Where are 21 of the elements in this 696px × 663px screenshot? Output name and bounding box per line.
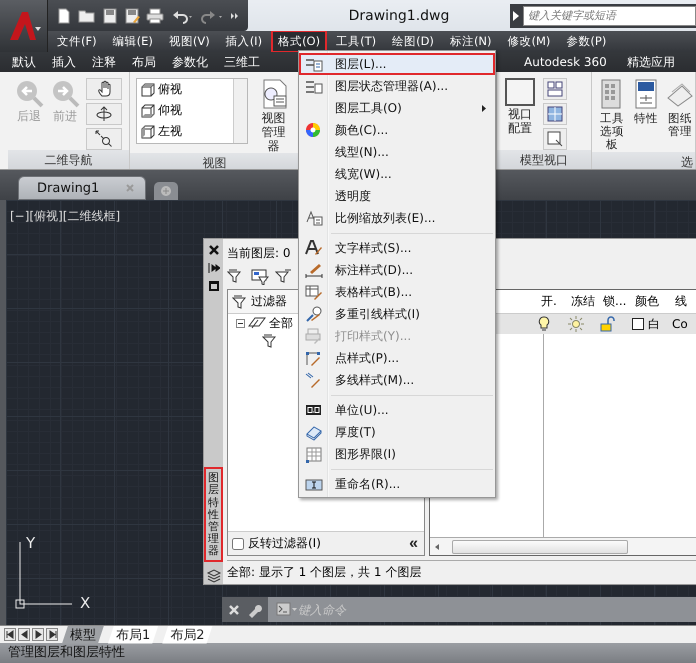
column-header: 颜色 (634, 293, 660, 310)
column-header: 过滤器 (251, 293, 287, 310)
table-cell: 白 (648, 316, 660, 332)
tab-title: Drawing1 (37, 180, 100, 196)
current-layer-label: 当前图层: 0 (227, 245, 290, 262)
palette-title: 图层特性管理器 (204, 467, 223, 562)
panel-title: 选 (592, 152, 695, 169)
status-text: 全部: 显示了 1 个图层，共 1 个图层 (227, 560, 696, 584)
column-header: 开. (540, 293, 558, 310)
status-bar-text: 管理图层和图层特性 (0, 643, 696, 663)
window-title: Drawing1.dwg (348, 8, 450, 24)
column-header: 冻结 (570, 293, 596, 310)
table-cell-text: Co (672, 317, 689, 331)
axis-label: Y (26, 534, 36, 552)
column-header: 线 (674, 293, 688, 310)
column-header: 锁... (602, 293, 628, 310)
axis-label: X (80, 594, 90, 612)
panel-title: 视图 (130, 153, 299, 169)
panel-title: 模型视口 (497, 150, 591, 169)
panel-title: 二维导航 (8, 150, 129, 169)
checkbox-label: 反转过滤器(I) (248, 535, 321, 552)
